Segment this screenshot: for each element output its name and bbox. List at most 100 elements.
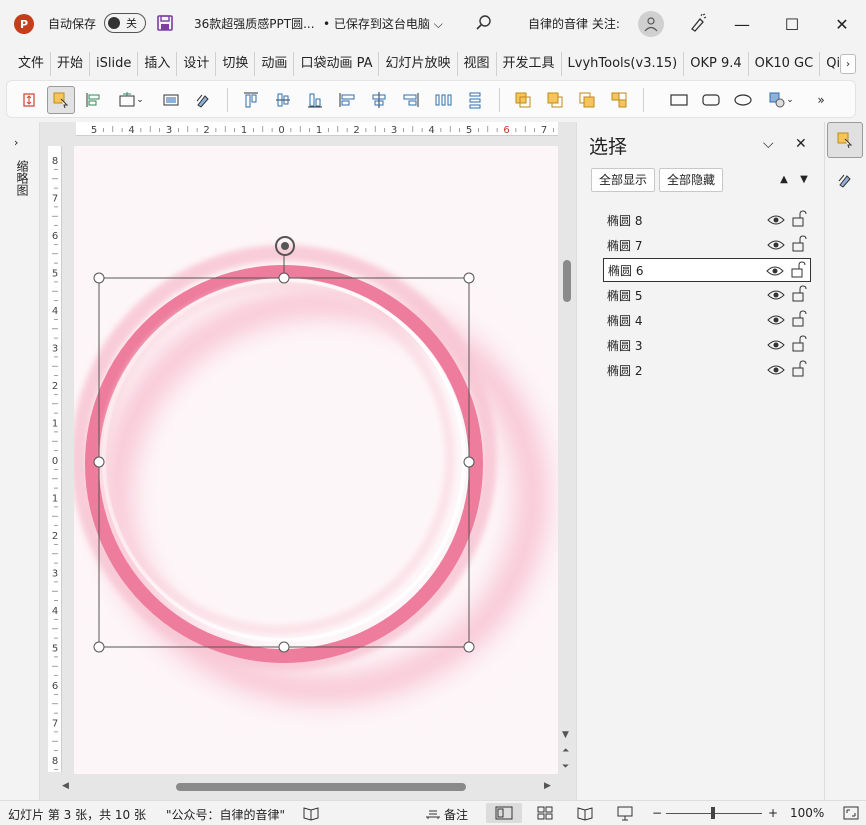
eye-icon[interactable] — [767, 337, 785, 353]
notes-icon[interactable] — [424, 805, 442, 821]
maximize-button[interactable]: ☐ — [780, 12, 804, 36]
align-left-icon[interactable] — [333, 86, 361, 114]
ribbon-scroll-right-button[interactable]: › — [840, 54, 856, 74]
tab-view[interactable]: 视图 — [458, 52, 497, 76]
tab-slideshow[interactable]: 幻灯片放映 — [379, 52, 458, 76]
more-tools-icon[interactable]: » — [807, 86, 835, 114]
bring-to-front-icon[interactable] — [541, 86, 569, 114]
distribute-horizontal-icon[interactable] — [429, 86, 457, 114]
save-icon[interactable] — [156, 14, 174, 32]
resize-handle[interactable] — [463, 272, 475, 284]
distribute-vertical-icon[interactable] — [461, 86, 489, 114]
expand-thumbnails-icon[interactable]: › — [14, 136, 18, 149]
oval-shape-icon[interactable] — [729, 86, 757, 114]
unlock-icon[interactable] — [790, 261, 806, 279]
save-status[interactable]: • 已保存到这台电脑 ⌵ — [323, 15, 443, 32]
designer-pen-icon[interactable] — [688, 13, 708, 33]
close-pane-icon[interactable]: ✕ — [795, 136, 807, 152]
document-title[interactable]: 36款超强质感PPT圆... — [194, 15, 315, 32]
unlock-icon[interactable] — [791, 235, 807, 253]
tab-insert[interactable]: 插入 — [138, 52, 178, 76]
align-right-icon[interactable] — [397, 86, 425, 114]
unlock-icon[interactable] — [791, 360, 807, 378]
layer-item-selected[interactable]: 椭圆 6 — [603, 258, 811, 282]
send-to-back-icon[interactable] — [605, 86, 633, 114]
eye-icon[interactable] — [766, 263, 784, 279]
zoom-in-icon[interactable]: + — [768, 806, 778, 820]
slide-sorter-icon[interactable] — [536, 805, 554, 821]
eye-icon[interactable] — [767, 312, 785, 328]
pane-options-chevron-icon[interactable]: ⌵ — [763, 136, 774, 152]
tab-ok10[interactable]: OK10 GC — [749, 52, 821, 76]
bring-forward-icon[interactable] — [509, 86, 537, 114]
send-backward-icon[interactable] — [573, 86, 601, 114]
tab-transitions[interactable]: 切换 — [216, 52, 256, 76]
layer-item[interactable]: 椭圆 4 — [603, 308, 811, 332]
layer-item[interactable]: 椭圆 8 — [603, 208, 811, 232]
format-painter-icon[interactable] — [189, 86, 217, 114]
zoom-level[interactable]: 100% — [790, 806, 824, 820]
vertical-scrollbar[interactable] — [560, 146, 574, 778]
fit-to-window-icon[interactable] — [842, 805, 860, 821]
scroll-right-arrow-icon[interactable]: ▶ — [544, 781, 551, 791]
unlock-icon[interactable] — [791, 285, 807, 303]
rounded-rectangle-icon[interactable] — [697, 86, 725, 114]
eye-icon[interactable] — [767, 212, 785, 228]
autosave-toggle[interactable]: 关 — [104, 13, 146, 33]
accessibility-book-icon[interactable] — [302, 805, 320, 821]
hide-all-button[interactable]: 全部隐藏 — [659, 168, 724, 192]
selection-pane-toggle-icon[interactable] — [827, 122, 863, 158]
tab-developer[interactable]: 开发工具 — [497, 52, 562, 76]
eye-icon[interactable] — [767, 237, 785, 253]
resize-handle[interactable] — [278, 641, 290, 653]
tab-islide[interactable]: iSlide — [90, 52, 139, 76]
resize-handle[interactable] — [463, 456, 475, 468]
move-down-icon[interactable]: ▼ — [795, 170, 813, 188]
next-slide-icon[interactable]: ⏷ — [562, 762, 569, 772]
tab-pocket-animation[interactable]: 口袋动画 PA — [294, 52, 380, 76]
shapes-dropdown-icon[interactable]: ⌄ — [761, 86, 801, 114]
thumbnails-label[interactable]: 缩略图 — [14, 160, 31, 196]
reading-view-icon[interactable] — [576, 805, 594, 821]
swap-icon[interactable] — [15, 86, 43, 114]
eye-icon[interactable] — [767, 362, 785, 378]
selection-pane-icon[interactable] — [47, 86, 75, 114]
align-distribute-icon[interactable] — [79, 86, 107, 114]
unlock-icon[interactable] — [791, 335, 807, 353]
tab-design[interactable]: 设计 — [177, 52, 217, 76]
resize-handle[interactable] — [93, 272, 105, 284]
scroll-down-arrow-icon[interactable]: ▼ — [562, 730, 569, 740]
tab-okp[interactable]: OKP 9.4 — [684, 52, 749, 76]
notes-button[interactable]: 备注 — [444, 806, 468, 823]
layer-item[interactable]: 椭圆 7 — [603, 233, 811, 257]
align-middle-icon[interactable] — [269, 86, 297, 114]
tab-animations[interactable]: 动画 — [255, 52, 295, 76]
unlock-icon[interactable] — [791, 210, 807, 228]
align-top-icon[interactable] — [237, 86, 265, 114]
tab-lvyhtools[interactable]: LvyhTools(v3.15) — [562, 52, 685, 76]
unlock-icon[interactable] — [791, 310, 807, 328]
layer-item[interactable]: 椭圆 5 — [603, 283, 811, 307]
user-avatar[interactable] — [638, 11, 664, 37]
move-up-icon[interactable]: ▲ — [775, 170, 793, 188]
layer-item[interactable]: 椭圆 3 — [603, 333, 811, 357]
horizontal-scroll-thumb[interactable] — [176, 783, 466, 791]
close-window-button[interactable]: ✕ — [830, 12, 854, 36]
zoom-out-icon[interactable]: − — [652, 806, 662, 820]
slideshow-icon[interactable] — [616, 805, 634, 821]
rectangle-shape-icon[interactable] — [665, 86, 693, 114]
format-shape-icon[interactable] — [827, 162, 863, 198]
align-bottom-icon[interactable] — [301, 86, 329, 114]
resize-handle[interactable] — [278, 272, 290, 284]
show-all-button[interactable]: 全部显示 — [591, 168, 656, 192]
normal-view-button[interactable] — [486, 803, 522, 823]
tab-home[interactable]: 开始 — [51, 52, 91, 76]
slide-canvas[interactable] — [74, 146, 558, 774]
zoom-slider-thumb[interactable] — [711, 807, 715, 819]
group-dropdown-icon[interactable]: ⌄ — [111, 86, 151, 114]
frame-icon[interactable] — [157, 86, 185, 114]
resize-handle[interactable] — [93, 456, 105, 468]
eye-icon[interactable] — [767, 287, 785, 303]
minimize-button[interactable]: — — [730, 12, 754, 36]
layer-item[interactable]: 椭圆 2 — [603, 358, 811, 382]
